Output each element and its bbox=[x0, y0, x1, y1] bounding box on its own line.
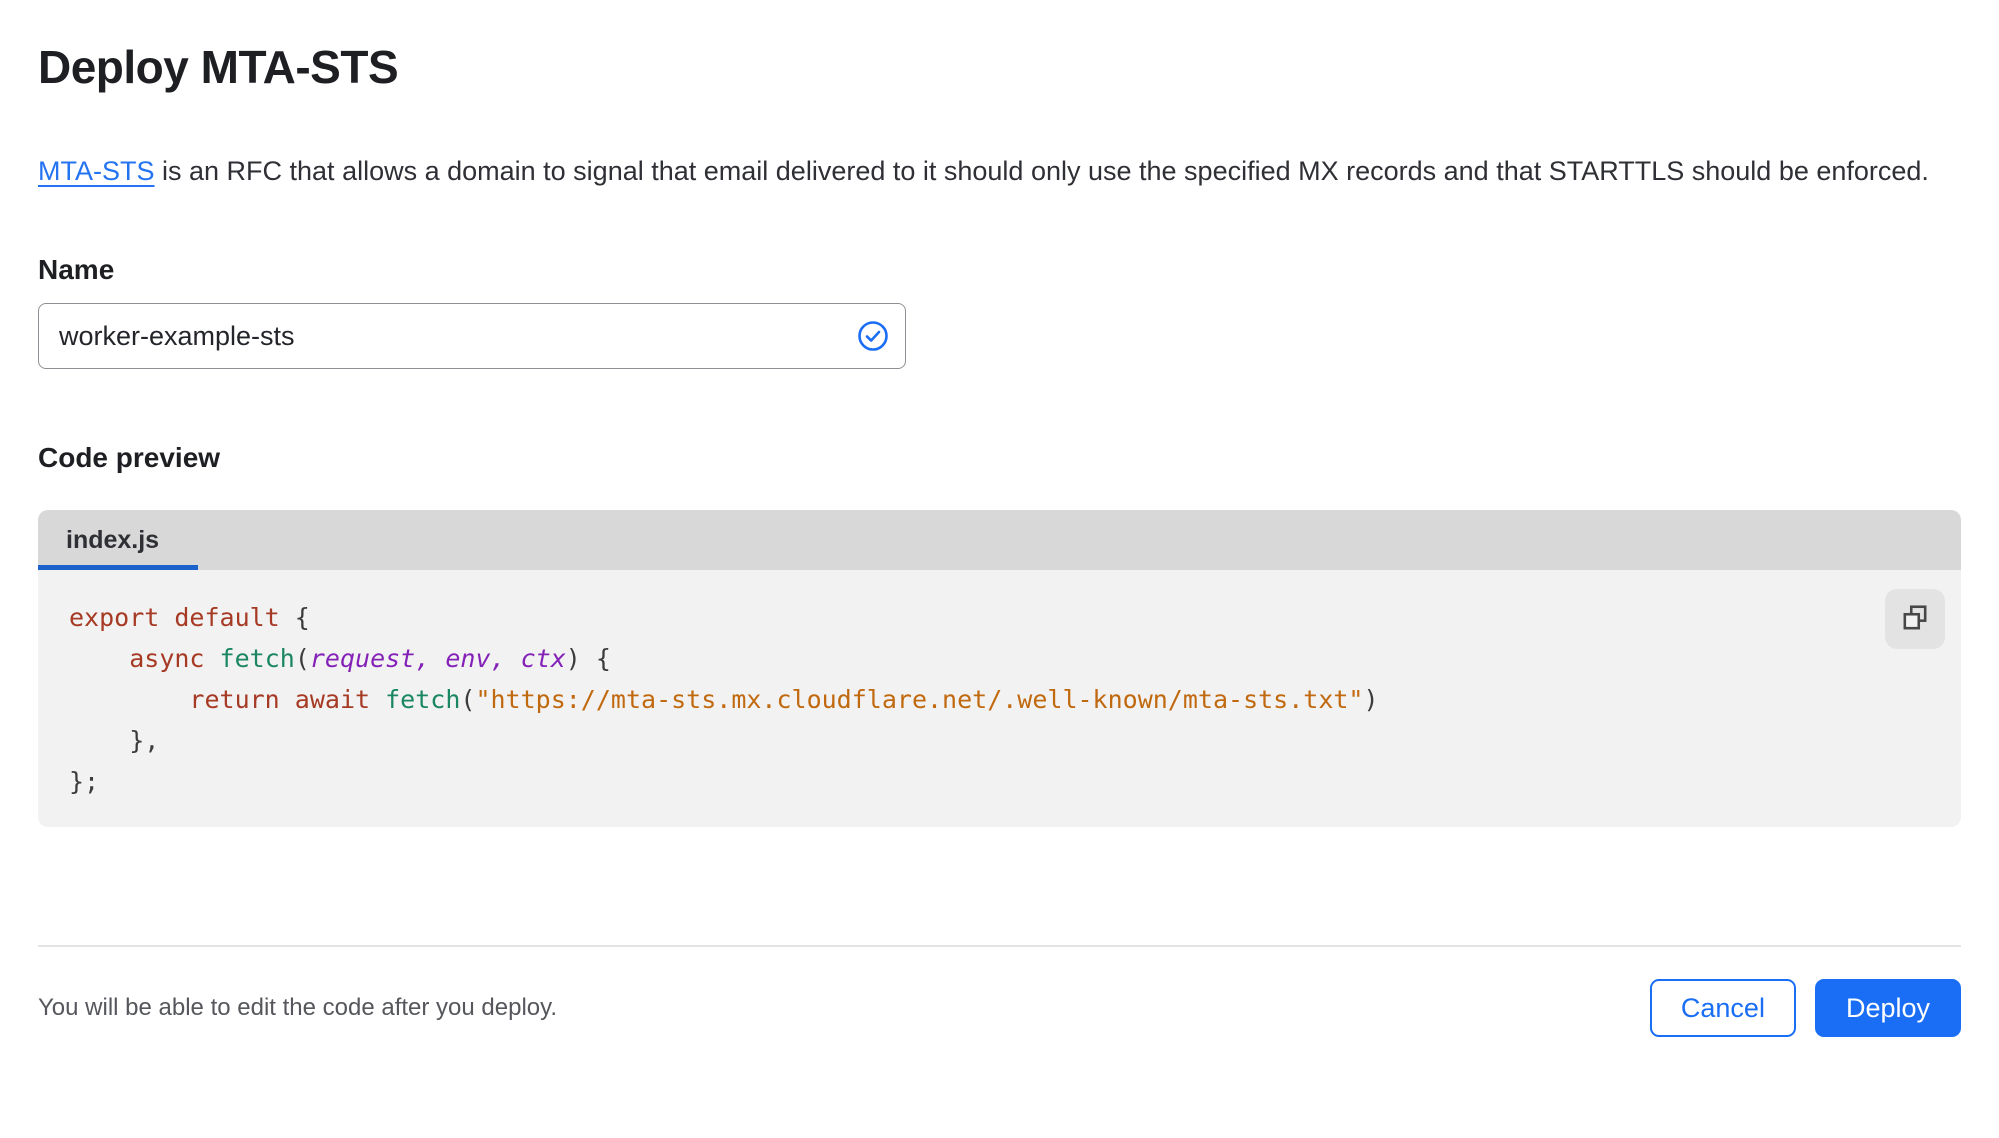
code-line: }; bbox=[69, 767, 100, 796]
copy-code-button[interactable] bbox=[1885, 589, 1945, 649]
code-preview-label: Code preview bbox=[38, 442, 221, 473]
mta-sts-link[interactable]: MTA-STS bbox=[38, 156, 155, 186]
deploy-button[interactable]: Deploy bbox=[1814, 979, 1961, 1037]
tab-label: index.js bbox=[66, 525, 160, 554]
code-block: export default { async fetch(request, en… bbox=[69, 597, 1961, 802]
deploy-mta-sts-page: Deploy MTA-STS MTA-STS is an RFC that al… bbox=[0, 0, 1999, 1138]
cancel-button[interactable]: Cancel bbox=[1649, 979, 1796, 1037]
intro-text: is an RFC that allows a domain to signal… bbox=[154, 156, 1929, 186]
footer-divider bbox=[38, 945, 1961, 947]
code-line: return await fetch("https://mta-sts.mx.c… bbox=[189, 685, 1379, 714]
code-preview-card: index.js export default { async fetch(re… bbox=[38, 510, 1961, 827]
name-input-box bbox=[38, 303, 906, 369]
page-title: Deploy MTA-STS bbox=[38, 41, 399, 93]
copy-icon bbox=[1900, 603, 1930, 636]
code-line: async fetch(request, env, ctx) { bbox=[129, 644, 611, 673]
code-tabbar: index.js bbox=[38, 510, 1961, 570]
check-circle-icon bbox=[857, 320, 889, 352]
tab-index-js[interactable]: index.js bbox=[38, 510, 198, 570]
code-line: export default { bbox=[69, 603, 310, 632]
code-line: }, bbox=[69, 726, 160, 755]
intro-paragraph: MTA-STS is an RFC that allows a domain t… bbox=[38, 148, 1933, 194]
footer-note: You will be able to edit the code after … bbox=[38, 994, 558, 1021]
code-area: export default { async fetch(request, en… bbox=[38, 570, 1961, 827]
name-label: Name bbox=[38, 254, 115, 285]
name-input[interactable] bbox=[39, 304, 905, 368]
footer-actions: Cancel Deploy bbox=[1649, 979, 1961, 1037]
footer-bar: You will be able to edit the code after … bbox=[38, 979, 1961, 1037]
